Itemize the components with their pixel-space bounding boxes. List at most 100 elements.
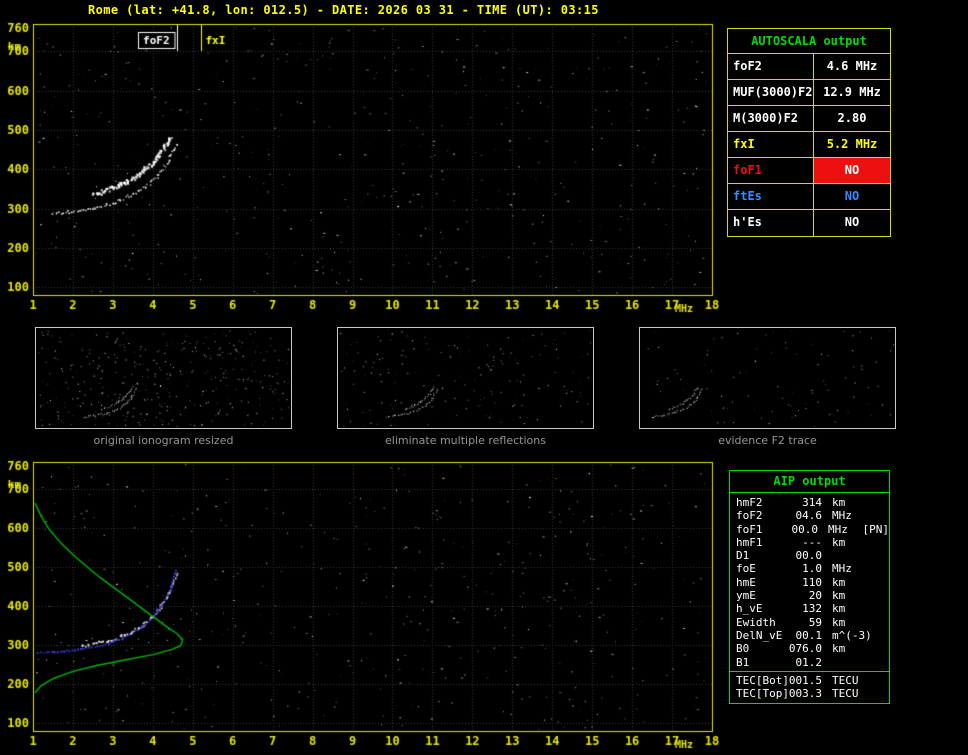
table-row: ymE 20 km <box>730 589 889 602</box>
param-flag <box>866 642 889 655</box>
table-row: h_vE 132 km <box>730 602 889 615</box>
table-row: foF2 4.6 MHz <box>728 54 890 80</box>
param-flag <box>866 576 889 589</box>
param-value: 5.2 MHz <box>826 137 878 151</box>
table-row: fxI 5.2 MHz <box>728 132 890 158</box>
table-row: B0 076.0 km <box>730 642 889 655</box>
param-unit: km <box>832 642 846 656</box>
table-row: Ewidth 59 km <box>730 616 889 629</box>
param-value: 12.9 MHz <box>823 85 881 99</box>
param-label: foE <box>736 562 756 576</box>
thumbnail-f2-trace: evidence F2 trace <box>639 327 896 447</box>
param-unit: km <box>832 602 846 616</box>
aip-output-panel: AIP output hmF2 314 km foF2 04.6 MHz foF1 00.… <box>729 470 890 705</box>
param-value: 00.0 <box>791 522 819 536</box>
param-label: D1 <box>736 549 750 563</box>
table-row: MUF(3000)F2 12.9 MHz <box>728 80 890 106</box>
param-flag <box>866 549 889 562</box>
param-label: ftEs <box>728 184 814 209</box>
param-label: fxI <box>728 132 814 157</box>
param-label: ymE <box>736 589 756 603</box>
param-unit: km <box>832 535 846 549</box>
param-value: 076.0 <box>788 642 822 656</box>
param-unit: TECU <box>832 687 859 701</box>
param-flag <box>866 562 889 575</box>
param-label: B1 <box>736 655 750 669</box>
table-row: M(3000)F2 2.80 <box>728 106 890 132</box>
autoscala-output-panel: AUTOSCALA output foF2 4.6 MHz MUF(3000)F… <box>727 28 891 237</box>
param-value: NO <box>844 215 860 229</box>
thumbnail-multiple-reflections: eliminate multiple reflections <box>337 327 594 447</box>
table-row: foF1 NO <box>728 158 890 184</box>
table-row: D1 00.0 <box>730 549 889 562</box>
param-flag <box>866 496 889 509</box>
param-unit: MHz <box>832 562 852 576</box>
param-value: 1.0 <box>802 562 822 576</box>
param-value: 4.6 MHz <box>826 59 878 73</box>
param-label: M(3000)F2 <box>728 106 814 131</box>
param-value: 001.5 <box>788 673 822 687</box>
table-row: foE 1.0 MHz <box>730 562 889 575</box>
param-value: 003.3 <box>788 687 822 701</box>
param-label: B0 <box>736 642 750 656</box>
thumbnail-canvas <box>337 327 594 429</box>
param-label: h'Es <box>728 210 814 236</box>
param-flag <box>866 589 889 602</box>
param-unit: TECU <box>832 673 859 687</box>
param-value: 01.2 <box>795 655 823 669</box>
param-flag <box>866 674 889 687</box>
param-label: h_vE <box>736 602 763 616</box>
param-value: 59 <box>808 615 822 629</box>
param-value: 314 <box>802 496 822 509</box>
thumbnail-canvas <box>639 327 896 429</box>
param-label: foF1 <box>736 522 763 536</box>
param-unit: MHz <box>832 509 852 523</box>
param-label: hmF1 <box>736 535 763 549</box>
param-unit: MHz <box>828 522 848 536</box>
table-row: foF2 04.6 MHz <box>730 509 889 522</box>
param-label: hmF2 <box>736 496 763 509</box>
param-label: TEC[Bot] <box>736 673 789 687</box>
param-flag <box>866 656 889 669</box>
param-value: --- <box>802 535 822 549</box>
thumbnail-caption: evidence F2 trace <box>718 434 817 447</box>
param-value: 00.1 <box>795 628 823 642</box>
param-unit: m^(-3) <box>832 628 872 642</box>
param-flag <box>866 616 889 629</box>
param-label: foF2 <box>736 509 763 523</box>
param-flag <box>866 687 889 700</box>
thumbnail-original-ionogram: original ionogram resized <box>35 327 292 447</box>
param-label: DelN_vE <box>736 628 783 642</box>
table-row: hmF1 --- km <box>730 536 889 549</box>
table-row: ftEs NO <box>728 184 890 210</box>
aip-parameter-list: hmF2 314 km foF2 04.6 MHz foF1 00.0 MHz [PN] hm… <box>730 493 889 671</box>
table-row: DelN_vE 00.1 m^(-3) <box>730 629 889 642</box>
thumbnail-canvas <box>35 327 292 429</box>
param-value: NO <box>844 189 860 203</box>
param-flag <box>866 536 889 549</box>
param-value: NO <box>814 158 890 183</box>
thumbnail-caption: eliminate multiple reflections <box>385 434 546 447</box>
param-value: 2.80 <box>837 111 867 125</box>
param-label: Ewidth <box>736 615 776 629</box>
table-row: TEC[Top] 003.3 TECU <box>730 687 889 700</box>
param-value: 00.0 <box>795 549 823 563</box>
param-value: 04.6 <box>795 509 823 523</box>
param-flag: [PN] <box>862 522 889 536</box>
param-value: 20 <box>808 589 822 603</box>
param-label: foF2 <box>728 54 814 79</box>
param-label: MUF(3000)F2 <box>728 80 814 105</box>
aip-tec-section: TEC[Bot] 001.5 TECU TEC[Top] 003.3 TECU <box>730 670 889 704</box>
profile-ionogram-plot <box>0 456 726 754</box>
param-unit: km <box>832 615 846 629</box>
station-header: Rome (lat: +41.8, lon: 012.5) - DATE: 20… <box>88 3 599 17</box>
main-ionogram-plot <box>0 18 726 314</box>
param-unit: km <box>832 496 846 509</box>
table-row: B1 01.2 <box>730 656 889 669</box>
param-unit <box>822 549 866 562</box>
autoscala-app-window: Rome (lat: +41.8, lon: 012.5) - DATE: 20… <box>0 0 968 755</box>
table-row: hmF2 314 km <box>730 496 889 509</box>
aip-panel-title: AIP output <box>730 471 889 493</box>
param-label: hmE <box>736 575 756 589</box>
param-unit: km <box>832 575 846 589</box>
